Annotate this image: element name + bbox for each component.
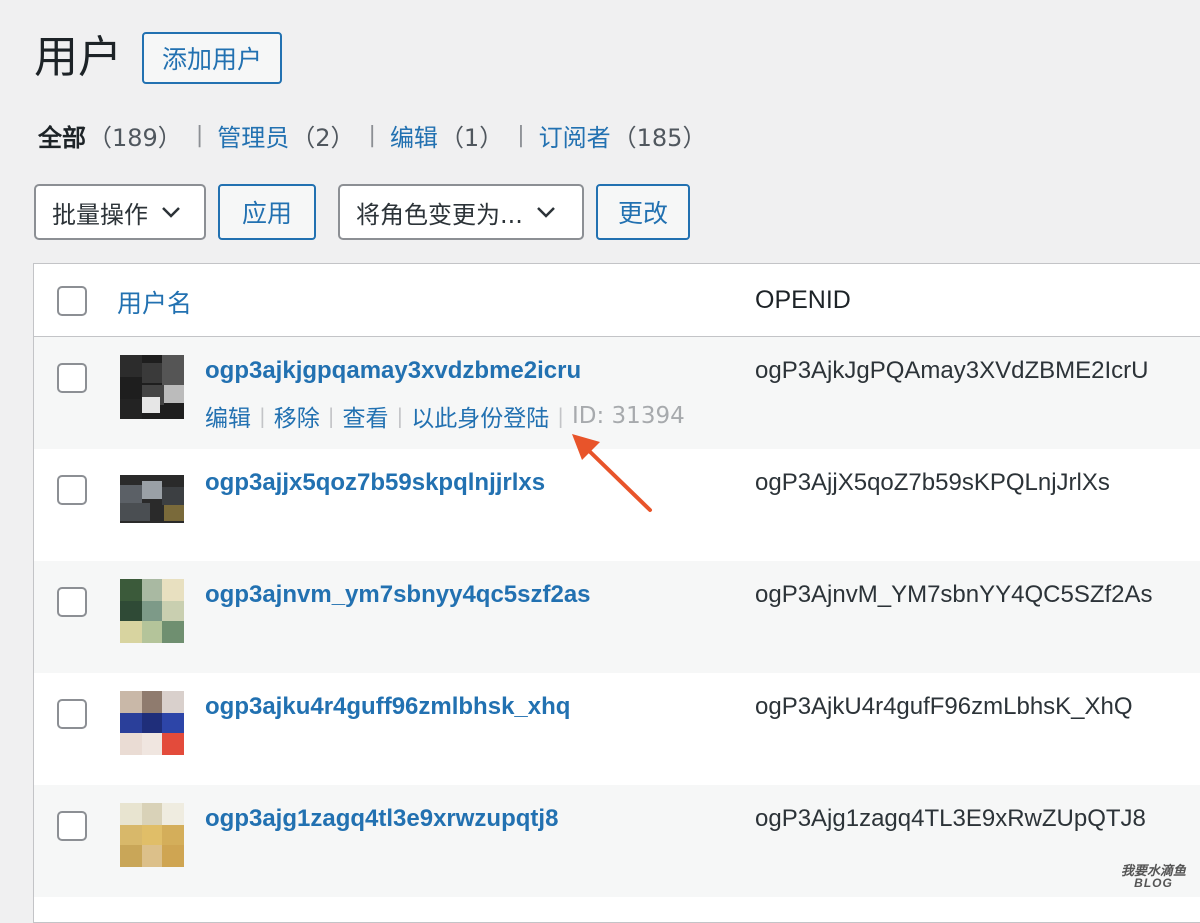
watermark-line2: BLOG <box>1134 876 1173 890</box>
filter-all-label: 全部 <box>38 124 86 152</box>
username-link[interactable]: ogp3ajjx5qoz7b59skpqlnjjrlxs <box>205 469 545 497</box>
filter-editor-count: （1） <box>439 124 504 152</box>
row-checkbox[interactable] <box>57 587 87 617</box>
annotation-arrow-icon <box>572 434 652 512</box>
filter-editor[interactable]: 编辑 （1） <box>390 118 503 153</box>
row-checkbox[interactable] <box>57 363 87 393</box>
change-role-button[interactable]: 更改 <box>596 184 691 240</box>
avatar <box>120 803 184 867</box>
row-action-separator: | <box>557 404 564 428</box>
username-link[interactable]: ogp3ajku4r4guff96zmlbhsk_xhq <box>205 693 570 721</box>
username-link[interactable]: ogp3ajkjgpqamay3xvdzbme2icru <box>205 357 581 385</box>
filter-administrator[interactable]: 管理员 （2） <box>217 118 354 153</box>
filter-subscriber[interactable]: 订阅者 （185） <box>539 118 707 153</box>
openid-value: ogP3AjnvM_YM7sbnYY4QC5SZf2As <box>755 581 1153 608</box>
page-title: 用户 <box>34 33 122 82</box>
role-filter-links: 全部 （189） | 管理员 （2） | 编辑 （1） | 订阅者 （185） <box>38 118 706 153</box>
table-row: ogp3ajg1zagq4tl3e9xrwzupqtj8 ogP3Ajg1zag… <box>34 785 1200 897</box>
row-action-separator: | <box>327 404 335 428</box>
chevron-down-icon <box>537 207 555 218</box>
column-header-openid: OPENID <box>755 286 851 314</box>
avatar <box>120 355 184 419</box>
view-user-link[interactable]: 查看 <box>343 399 389 433</box>
filter-administrator-label: 管理员 <box>217 124 290 152</box>
row-actions: 编辑 | 移除 | 查看 | 以此身份登陆 | ID: 31394 <box>205 399 685 433</box>
filter-all-count: （189） <box>88 124 182 152</box>
openid-value: ogP3AjkJgPQAmay3XVdZBME2IcrU <box>755 357 1149 384</box>
table-actions: 批量操作 应用 将角色变更为... 更改 <box>34 184 691 240</box>
change-role-select-value: 将角色变更为... <box>356 200 523 229</box>
row-action-separator: | <box>396 404 404 428</box>
edit-user-link[interactable]: 编辑 <box>205 399 251 433</box>
row-action-separator: | <box>259 404 266 428</box>
filter-subscriber-label: 订阅者 <box>538 124 611 152</box>
bulk-action-select[interactable]: 批量操作 <box>34 184 206 240</box>
select-all-checkbox[interactable] <box>57 286 87 316</box>
avatar <box>120 691 184 755</box>
table-row: ogp3ajnvm_ym7sbnyy4qc5szf2as ogP3AjnvM_Y… <box>34 561 1200 673</box>
table-row: ogp3ajku4r4guff96zmlbhsk_xhq ogP3AjkU4r4… <box>34 673 1200 785</box>
filter-editor-label: 编辑 <box>389 124 438 152</box>
users-table: 用户名 OPENID ogp3ajkjgpqamay3xvdzbme2icru … <box>33 263 1200 923</box>
bulk-action-select-value: 批量操作 <box>52 200 148 229</box>
row-checkbox[interactable] <box>57 475 87 505</box>
openid-value: ogP3AjjX5qoZ7b59sKPQLnjJrlXs <box>755 469 1110 496</box>
chevron-down-icon <box>162 207 180 218</box>
add-user-button[interactable]: 添加用户 <box>142 32 283 84</box>
openid-value: ogP3Ajg1zagq4TL3E9xRwZUpQTJ8 <box>755 805 1146 832</box>
remove-user-link[interactable]: 移除 <box>274 399 320 433</box>
avatar <box>120 579 184 643</box>
username-link[interactable]: ogp3ajg1zagq4tl3e9xrwzupqtj8 <box>205 805 558 833</box>
openid-value: ogP3AjkU4r4gufF96zmLbhsK_XhQ <box>755 693 1133 720</box>
filter-subscriber-count: （185） <box>612 124 707 152</box>
table-header: 用户名 OPENID <box>34 264 1200 337</box>
column-header-username[interactable]: 用户名 <box>117 284 192 320</box>
avatar <box>120 467 184 531</box>
username-link[interactable]: ogp3ajnvm_ym7sbnyy4qc5szf2as <box>205 581 591 609</box>
change-role-select[interactable]: 将角色变更为... <box>338 184 585 240</box>
apply-button[interactable]: 应用 <box>218 184 317 240</box>
user-id: ID: 31394 <box>572 403 685 429</box>
filter-administrator-count: （2） <box>291 124 355 152</box>
login-as-user-link[interactable]: 以此身份登陆 <box>411 399 549 433</box>
blog-watermark: 我要水滴鱼 BLOG <box>1121 864 1186 890</box>
row-checkbox[interactable] <box>57 811 87 841</box>
filter-separator: | <box>517 123 525 148</box>
page-header: 用户 添加用户 <box>34 32 283 84</box>
row-checkbox[interactable] <box>57 699 87 729</box>
filter-separator: | <box>368 123 376 148</box>
filter-all[interactable]: 全部 （189） <box>38 118 182 153</box>
filter-separator: | <box>195 123 204 148</box>
